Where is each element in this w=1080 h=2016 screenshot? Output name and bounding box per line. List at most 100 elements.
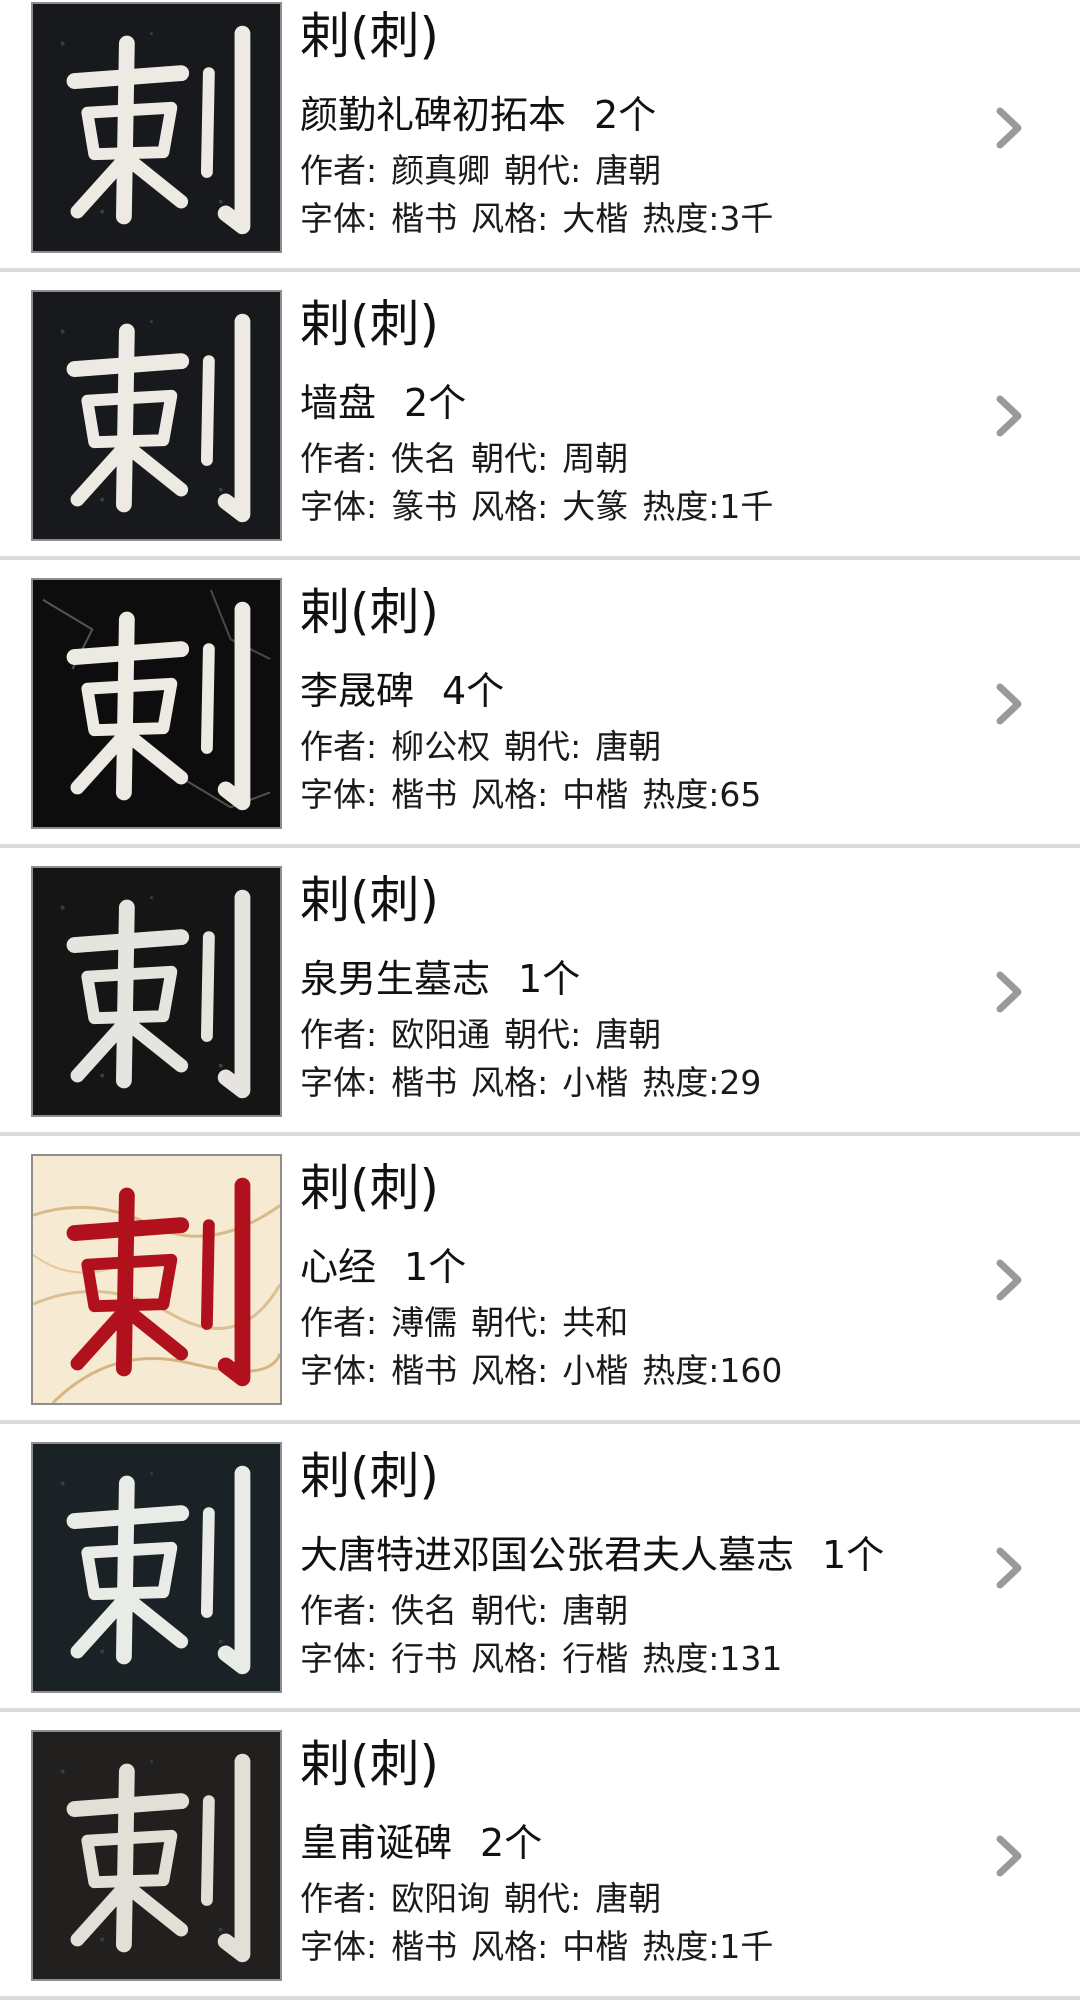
heat-value: 1千 [719,1927,774,1966]
author-value: 颜真卿 [391,151,491,190]
chevron-right-icon[interactable] [992,1543,1026,1593]
work-name: 皇甫诞碑 [300,1821,453,1865]
item-info: 剌(刺) 墙盘 2个 作者: 佚名 朝代: 周朝 字体: 篆书 风格: 大篆 热度:1千 [300,294,980,544]
dynasty-value: 唐朝 [595,727,662,766]
character-title: 剌(刺) [300,871,440,929]
heat-value: 160 [719,1351,783,1390]
list-item[interactable]: 剌(刺) 心经 1个 作者: 溥儒 朝代: 共和 字体: 楷书 风格: 小楷 热度:160 [0,1152,1080,1440]
work-line: 皇甫诞碑 2个 [300,1820,542,1866]
work-line: 心经 1个 [300,1244,466,1290]
row-divider [0,268,1080,272]
calligraphy-thumbnail[interactable] [31,2,282,253]
script-label: 字体: [300,1351,378,1390]
script-value: 楷书 [391,1927,458,1966]
author-label: 作者: [300,1591,378,1630]
font-style-line: 字体: 楷书 风格: 小楷 热度:29 [300,1063,761,1103]
dynasty-label: 朝代: [504,1015,582,1054]
work-line: 颜勤礼碑初拓本 2个 [300,92,656,138]
list-item[interactable]: 剌(刺) 皇甫诞碑 2个 作者: 欧阳询 朝代: 唐朝 字体: 楷书 风格: 中楷 热度:1千 [0,1728,1080,2016]
work-count: 1个 [822,1533,885,1577]
font-style-line: 字体: 楷书 风格: 大楷 热度:3千 [300,199,773,239]
author-label: 作者: [300,439,378,478]
dynasty-label: 朝代: [504,151,582,190]
work-count: 4个 [442,669,505,713]
script-value: 楷书 [391,1351,458,1390]
author-line: 作者: 佚名 朝代: 唐朝 [300,1591,628,1631]
row-divider [0,1420,1080,1424]
heat-value: 29 [719,1063,762,1102]
heat-label: 热度: [642,775,720,814]
heat-value: 1千 [719,487,774,526]
dynasty-label: 朝代: [471,439,549,478]
character-title: 剌(刺) [300,1447,440,1505]
style-label: 风格: [471,775,549,814]
work-count: 2个 [480,1821,543,1865]
author-value: 柳公权 [391,727,491,766]
author-line: 作者: 柳公权 朝代: 唐朝 [300,727,661,767]
author-label: 作者: [300,1015,378,1054]
calligraphy-thumbnail[interactable] [31,866,282,1117]
style-value: 大楷 [562,199,629,238]
heat-label: 热度: [642,1063,720,1102]
work-name: 心经 [300,1245,377,1289]
script-value: 篆书 [391,487,458,526]
style-label: 风格: [471,1063,549,1102]
heat-value: 65 [719,775,762,814]
work-name: 墙盘 [300,381,377,425]
chevron-right-icon[interactable] [992,1831,1026,1881]
dynasty-label: 朝代: [471,1303,549,1342]
font-style-line: 字体: 行书 风格: 行楷 热度:131 [300,1639,782,1679]
item-info: 剌(刺) 泉男生墓志 1个 作者: 欧阳通 朝代: 唐朝 字体: 楷书 风格: 小楷 热度:29 [300,870,980,1120]
list-item[interactable]: 剌(刺) 颜勤礼碑初拓本 2个 作者: 颜真卿 朝代: 唐朝 字体: 楷书 风格: 大楷 热度:3千 [0,0,1080,288]
style-value: 中楷 [562,775,629,814]
chevron-right-icon[interactable] [992,1255,1026,1305]
item-info: 剌(刺) 大唐特进邓国公张君夫人墓志 1个 作者: 佚名 朝代: 唐朝 字体: 行书 风格: 行楷热… [300,1446,980,1696]
author-value: 佚名 [391,1591,458,1630]
calligraphy-thumbnail[interactable] [31,1442,282,1693]
font-style-line: 字体: 篆书 风格: 大篆 热度:1千 [300,487,773,527]
dynasty-value: 唐朝 [562,1591,629,1630]
list-item[interactable]: 剌(刺) 大唐特进邓国公张君夫人墓志 1个 作者: 佚名 朝代: 唐朝 字体: 行书 风格: 行楷热… [0,1440,1080,1728]
character-title: 剌(刺) [300,7,440,65]
script-label: 字体: [300,199,378,238]
script-label: 字体: [300,487,378,526]
chevron-right-icon[interactable] [992,967,1026,1017]
work-count: 1个 [518,957,581,1001]
calligraphy-thumbnail[interactable] [31,578,282,829]
calligraphy-thumbnail[interactable] [31,1730,282,1981]
row-divider [0,556,1080,560]
heat-value: 131 [719,1639,783,1678]
author-value: 欧阳通 [391,1015,491,1054]
chevron-right-icon[interactable] [992,391,1026,441]
row-divider [0,1132,1080,1136]
calligraphy-thumbnail[interactable] [31,1154,282,1405]
work-name: 泉男生墓志 [300,957,491,1001]
style-label: 风格: [471,1639,549,1678]
work-count: 2个 [594,93,657,137]
script-label: 字体: [300,775,378,814]
row-divider [0,1708,1080,1712]
style-value: 中楷 [562,1927,629,1966]
character-title: 剌(刺) [300,295,440,353]
work-name: 颜勤礼碑初拓本 [300,93,567,137]
list-item[interactable]: 剌(刺) 墙盘 2个 作者: 佚名 朝代: 周朝 字体: 篆书 风格: 大篆 热度:1千 [0,288,1080,576]
calligraphy-thumbnail[interactable] [31,290,282,541]
author-line: 作者: 欧阳通 朝代: 唐朝 [300,1015,661,1055]
dynasty-value: 唐朝 [595,151,662,190]
style-label: 风格: [471,487,549,526]
chevron-right-icon[interactable] [992,679,1026,729]
character-title: 剌(刺) [300,583,440,641]
item-info: 剌(刺) 皇甫诞碑 2个 作者: 欧阳询 朝代: 唐朝 字体: 楷书 风格: 中楷 热度:1千 [300,1734,980,1984]
work-name: 李晟碑 [300,669,415,713]
dynasty-label: 朝代: [504,727,582,766]
character-title: 剌(刺) [300,1735,440,1793]
style-value: 大篆 [562,487,629,526]
script-label: 字体: [300,1063,378,1102]
chevron-right-icon[interactable] [992,103,1026,153]
author-line: 作者: 溥儒 朝代: 共和 [300,1303,628,1343]
list-item[interactable]: 剌(刺) 泉男生墓志 1个 作者: 欧阳通 朝代: 唐朝 字体: 楷书 风格: 小楷 热度:29 [0,864,1080,1152]
row-divider [0,844,1080,848]
item-info: 剌(刺) 颜勤礼碑初拓本 2个 作者: 颜真卿 朝代: 唐朝 字体: 楷书 风格: 大楷 热度:3千 [300,6,980,256]
item-info: 剌(刺) 李晟碑 4个 作者: 柳公权 朝代: 唐朝 字体: 楷书 风格: 中楷 热度:65 [300,582,980,832]
list-item[interactable]: 剌(刺) 李晟碑 4个 作者: 柳公权 朝代: 唐朝 字体: 楷书 风格: 中楷 热度:65 [0,576,1080,864]
